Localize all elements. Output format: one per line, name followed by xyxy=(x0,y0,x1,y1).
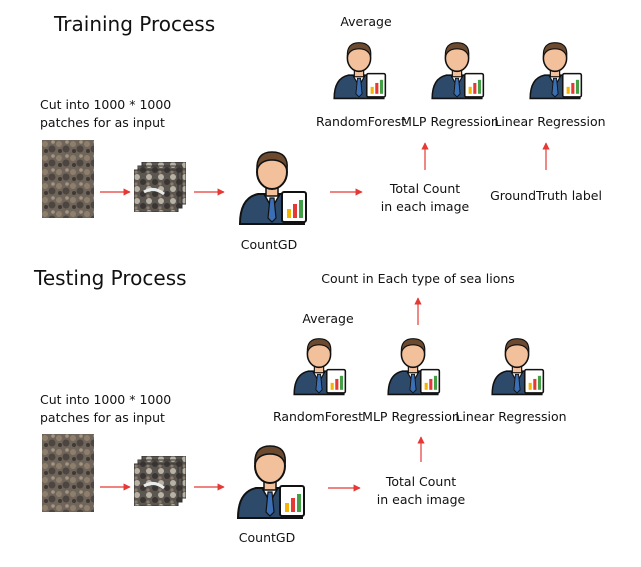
flow-arrows xyxy=(100,142,550,492)
